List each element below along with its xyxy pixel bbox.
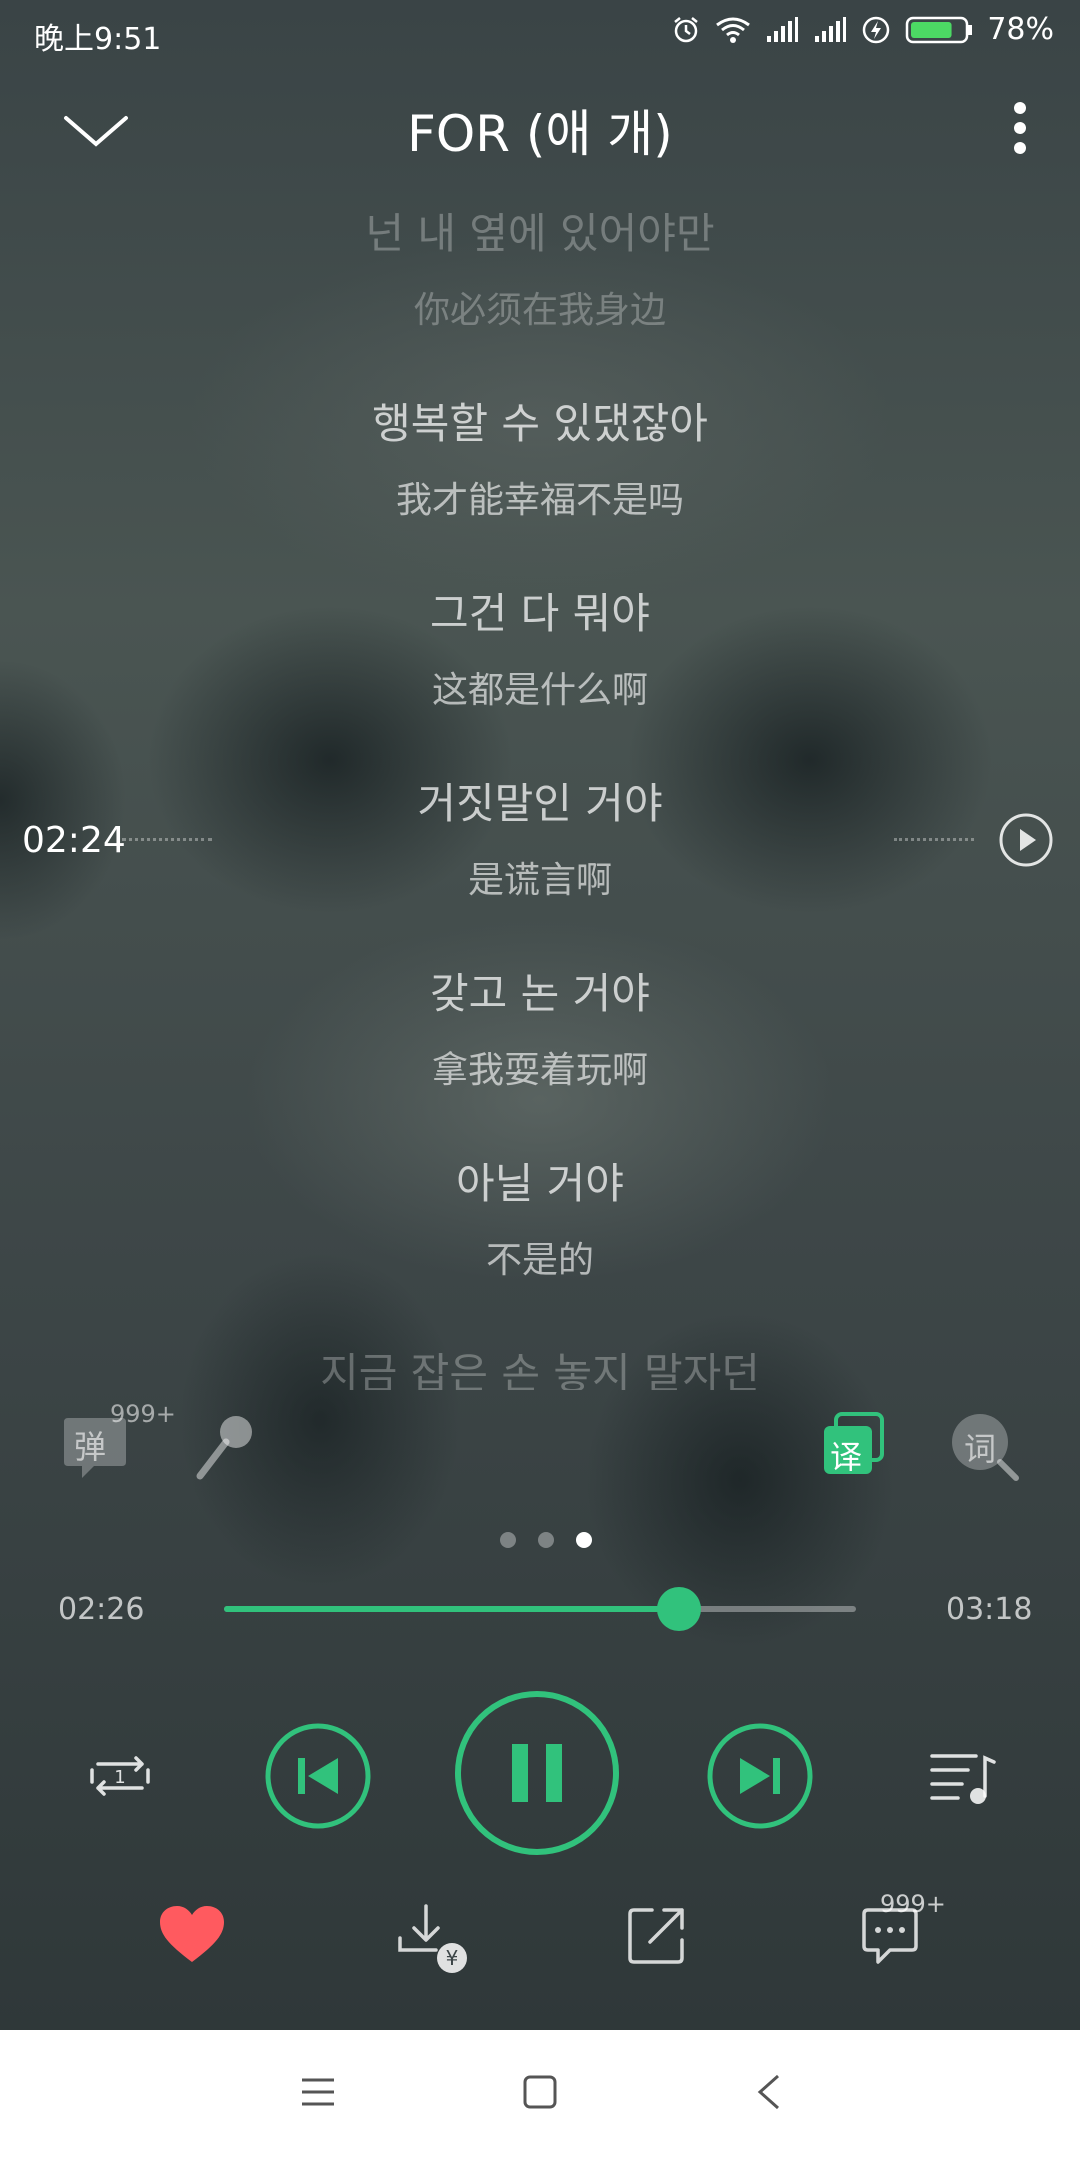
signal-icon xyxy=(767,16,799,42)
microphone-icon[interactable] xyxy=(190,1410,260,1490)
translate-button[interactable]: 译 xyxy=(822,1412,886,1476)
lyric-chinese: 不是的 xyxy=(485,1240,594,1281)
total-time: 03:18 xyxy=(946,1592,1033,1627)
status-icons: 78% xyxy=(671,12,1054,47)
more-vertical-icon[interactable] xyxy=(1000,98,1040,158)
translate-label: 译 xyxy=(830,1438,863,1476)
lyric-line: 갖고 논 거야 拿我耍着玩啊 xyxy=(0,960,1080,1093)
lyric-korean: 아닐 거야 xyxy=(456,1159,624,1208)
chevron-down-icon[interactable] xyxy=(56,100,136,160)
lyric-line: 그건 다 뭐야 这都是什么啊 xyxy=(0,580,1080,713)
word-search-label: 词 xyxy=(964,1430,997,1468)
lyric-korean: 넌 내 옆에 있어야만 xyxy=(365,209,715,258)
lyric-line: 아닐 거야 不是的 xyxy=(0,1150,1080,1283)
lyric-chinese: 是谎言啊 xyxy=(467,860,612,901)
battery-percent: 78% xyxy=(987,12,1054,47)
heart-icon[interactable] xyxy=(158,1904,226,1966)
playback-controls: 1 xyxy=(0,1690,1080,1870)
scrub-guide-right xyxy=(894,838,974,841)
lyric-chinese: 这都是什么啊 xyxy=(431,670,648,711)
page-dot xyxy=(500,1532,516,1548)
charging-icon xyxy=(863,16,890,43)
song-actions: ¥ 999+ xyxy=(0,1890,1080,1990)
pause-icon[interactable] xyxy=(454,1690,620,1856)
scrub-time: 02:24 xyxy=(22,820,126,861)
repeat-one-icon[interactable]: 1 xyxy=(84,1746,156,1806)
share-icon[interactable] xyxy=(626,1904,688,1966)
playlist-icon[interactable] xyxy=(928,1746,996,1808)
lyric-line: 지금 잡은 손 놓지 말자던 xyxy=(0,1340,1080,1390)
lyric-korean: 지금 잡은 손 놓지 말자던 xyxy=(320,1349,760,1390)
wifi-icon xyxy=(716,17,751,43)
current-time: 02:26 xyxy=(58,1592,145,1627)
lyric-chinese: 你必须在我身边 xyxy=(413,290,666,331)
lyrics-panel[interactable]: 넌 내 옆에 있어야만 你必须在我身边 행복할 수 있댔잖아 我才能幸福不是吗 그건 다… xyxy=(0,200,1080,1390)
progress-fill xyxy=(224,1606,680,1612)
skip-previous-icon[interactable] xyxy=(264,1722,372,1830)
status-time: 晚上9:51 xyxy=(34,22,162,57)
page-dot xyxy=(576,1532,592,1548)
progress-row: 02:26 03:18 xyxy=(0,1580,1080,1640)
page-indicator xyxy=(490,1530,592,1550)
lyric-korean: 그건 다 뭐야 xyxy=(430,589,650,638)
lyric-tools: 弹 999+ 译 词 xyxy=(0,1400,1080,1500)
progress-slider[interactable] xyxy=(224,1587,856,1631)
menu-icon[interactable] xyxy=(300,2074,336,2110)
danmu-count-badge: 999+ xyxy=(110,1400,176,1428)
lyric-korean: 갖고 논 거야 xyxy=(430,969,650,1018)
play-circle-icon[interactable] xyxy=(998,812,1054,868)
lyric-korean: 행복할 수 있댔잖아 xyxy=(372,399,708,448)
progress-thumb[interactable] xyxy=(657,1587,702,1631)
lyric-chinese: 我才能幸福不是吗 xyxy=(395,480,684,521)
lyric-line: 넌 내 옆에 있어야만 你必须在我身边 xyxy=(0,200,1080,333)
lyric-korean: 거짓말인 거야 xyxy=(417,779,663,828)
signal-icon xyxy=(815,16,847,42)
lyric-chinese: 拿我耍着玩啊 xyxy=(431,1050,648,1091)
battery-icon xyxy=(906,16,973,43)
home-icon[interactable] xyxy=(522,2074,558,2110)
comment-count-badge: 999+ xyxy=(880,1890,946,1918)
back-icon[interactable] xyxy=(754,2072,782,2112)
page-dot xyxy=(538,1532,554,1548)
word-search-button[interactable]: 词 xyxy=(950,1412,1020,1482)
skip-next-icon[interactable] xyxy=(706,1722,814,1830)
song-title: FOR (애 개) xyxy=(407,105,673,163)
status-bar: 晚上9:51 78% xyxy=(0,0,1080,66)
lyric-line: 거짓말인 거야 是谎言啊 xyxy=(0,770,1080,903)
svg-text:1: 1 xyxy=(114,1767,125,1788)
alarm-icon xyxy=(674,16,699,42)
scrub-guide-left xyxy=(122,838,212,841)
music-player-screen: 晚上9:51 78% FOR (애 개) 넌 내 옆에 있어야만 你必须在我身边… xyxy=(0,0,1080,2160)
download-paid-icon[interactable]: ¥ xyxy=(396,1902,470,1976)
lyric-line: 행복할 수 있댔잖아 我才能幸福不是吗 xyxy=(0,390,1080,523)
player-header: FOR (애 개) xyxy=(0,80,1080,170)
svg-text:¥: ¥ xyxy=(446,1946,459,1970)
danmu-label: 弹 xyxy=(74,1428,107,1466)
system-nav-bar xyxy=(0,2030,1080,2160)
